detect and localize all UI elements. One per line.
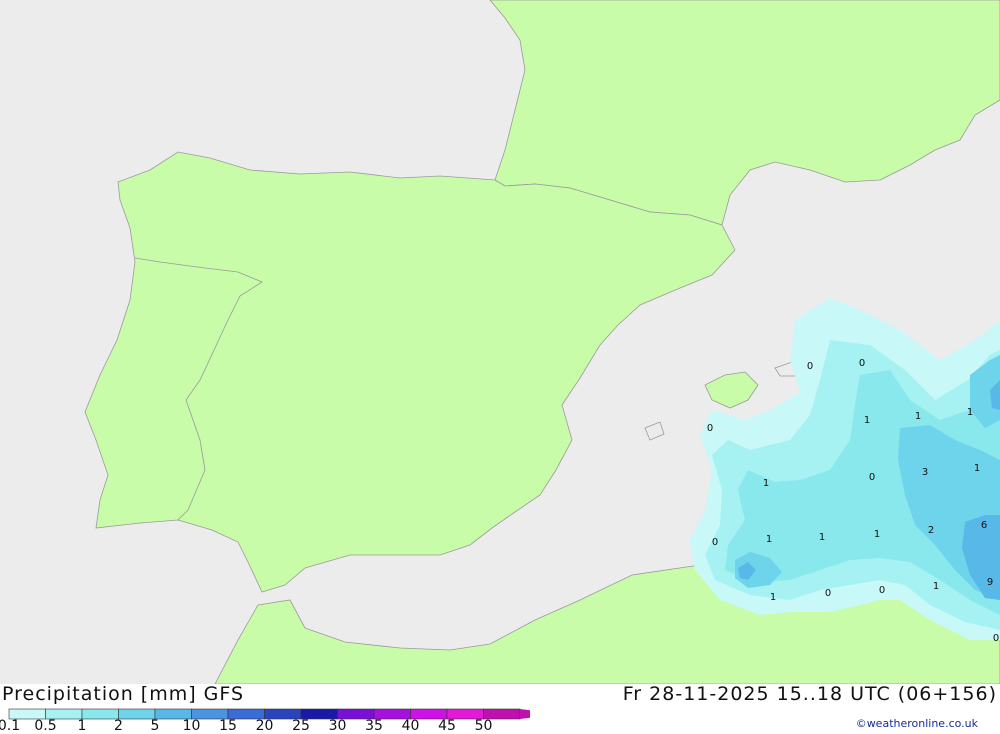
legend-swatch [81, 708, 119, 720]
contour-label: 1 [874, 529, 880, 540]
legend-tick-label: 5 [150, 718, 160, 734]
contour-label: 1 [933, 581, 939, 592]
legend-tick-label: 50 [474, 718, 493, 734]
precipitation-map: 0 0 0 1 1 1 3 1 1 0 1 1 1 2 6 0 1 0 0 1 … [0, 0, 1000, 684]
valid-time: Fr 28-11-2025 15..18 UTC (06+156) [622, 683, 997, 705]
contour-label: 1 [967, 407, 973, 418]
legend-tick-label: 45 [438, 718, 456, 734]
contour-label: 1 [864, 415, 870, 426]
contour-label: 0 [879, 585, 885, 596]
credit-link[interactable]: ©weatheronline.co.uk [856, 717, 978, 730]
legend-tick-label: 40 [401, 718, 420, 734]
legend-tick-label: 15 [219, 718, 237, 734]
contour-label: 1 [763, 478, 769, 489]
legend-swatch [118, 708, 156, 720]
contour-label: 6 [981, 520, 987, 531]
legend-arrow [520, 709, 530, 719]
contour-label: 3 [922, 467, 928, 478]
contour-label: 1 [819, 532, 825, 543]
legend-tick-label: 2 [114, 718, 123, 734]
chart-title: Precipitation [mm] GFS [2, 683, 245, 705]
legend-tick-label: 20 [255, 718, 274, 734]
contour-label: 2 [928, 525, 934, 536]
contour-label: 9 [987, 577, 993, 588]
contour-label: 0 [859, 358, 865, 369]
legend-tick-label: 35 [365, 718, 383, 734]
contour-label: 0 [707, 423, 713, 434]
legend-tick-label: 10 [182, 718, 201, 734]
color-legend: 0.1 0.5 1 2 5 10 15 20 25 30 35 40 45 50 [0, 708, 530, 734]
legend-tick-label: 0.5 [34, 718, 57, 734]
contour-label: 0 [869, 472, 875, 483]
legend-tick-label: 25 [292, 718, 310, 734]
contour-label: 1 [915, 411, 921, 422]
legend-tick-label: 0.1 [0, 718, 21, 734]
contour-label: 0 [712, 537, 718, 548]
legend-tick-label: 30 [328, 718, 347, 734]
contour-label: 0 [993, 633, 999, 644]
contour-label: 0 [807, 361, 813, 372]
contour-label: 1 [770, 592, 776, 603]
contour-label: 0 [825, 588, 831, 599]
contour-label: 1 [766, 534, 772, 545]
map-footer: Precipitation [mm] GFS Fr 28-11-2025 15.… [0, 683, 1000, 734]
legend-tick-label: 1 [77, 718, 87, 734]
contour-label: 1 [974, 463, 980, 474]
